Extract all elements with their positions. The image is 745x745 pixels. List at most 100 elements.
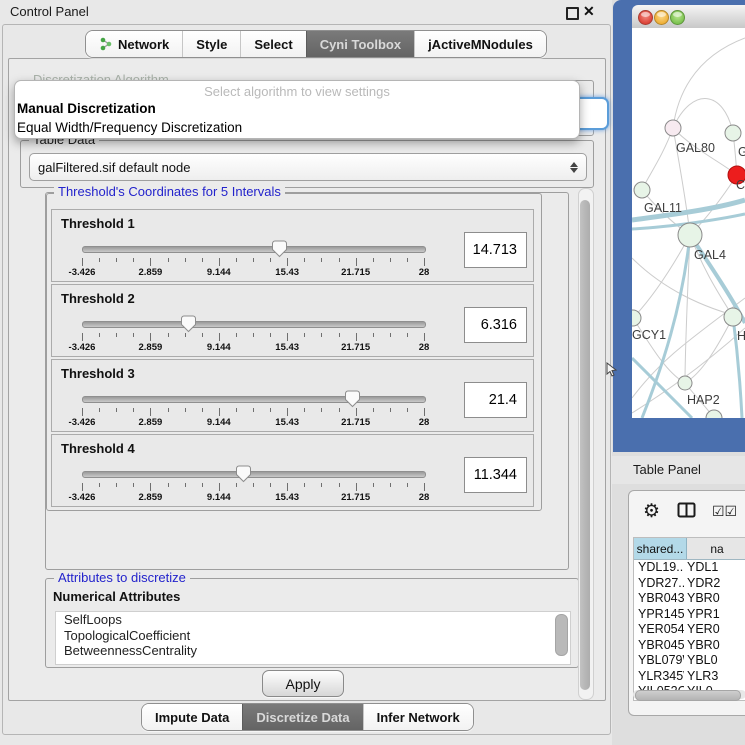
- table-row[interactable]: YDL19...YDL1: [634, 560, 745, 576]
- network-node[interactable]: [665, 120, 681, 136]
- column-layout-icon[interactable]: [677, 502, 697, 519]
- table-cell-name: YBL0: [684, 653, 745, 669]
- network-edge: [642, 128, 673, 190]
- table-row[interactable]: YPR145WYPR1: [634, 607, 745, 623]
- apply-button[interactable]: Apply: [262, 670, 344, 697]
- network-node[interactable]: [678, 223, 702, 247]
- tab-select[interactable]: Select: [240, 31, 305, 57]
- control-panel-title: Control Panel: [10, 4, 89, 19]
- close-icon[interactable]: ✕: [583, 3, 595, 20]
- network-node[interactable]: [632, 310, 641, 326]
- network-icon: [99, 37, 113, 51]
- threshold-slider-thumb[interactable]: [271, 240, 288, 258]
- bottom-tab-label: Impute Data: [155, 710, 229, 725]
- threshold-value-field[interactable]: 6.316: [464, 307, 527, 343]
- table-row[interactable]: YBL079WYBL0: [634, 653, 745, 669]
- threshold-slider-track[interactable]: [82, 396, 426, 403]
- tab-label: Select: [254, 37, 292, 52]
- window-zoom-icon[interactable]: [670, 10, 685, 25]
- window-minimize-icon[interactable]: [654, 10, 669, 25]
- checkbox-select-icons[interactable]: ☑☑: [712, 503, 737, 520]
- table-cell-name: YBR0: [684, 638, 745, 654]
- threshold-value-field[interactable]: 21.4: [464, 382, 527, 418]
- table-hscrollbar-thumb[interactable]: [635, 690, 741, 701]
- network-node-label: GAL80: [676, 141, 715, 155]
- threshold-label: Threshold 3: [61, 366, 135, 381]
- threshold-slider-thumb[interactable]: [235, 465, 252, 483]
- tab-label: Style: [196, 37, 227, 52]
- threshold-panel: Threshold 4-3.4262.8599.14415.4321.71528…: [51, 434, 534, 507]
- numerical-attributes-label: Numerical Attributes: [53, 589, 180, 604]
- threshold-value-field[interactable]: 11.344: [464, 457, 527, 493]
- network-window-titlebar[interactable]: [632, 5, 745, 29]
- network-edge: [673, 99, 733, 133]
- table-cell-name: YDL1: [684, 560, 745, 576]
- slider-ticks: [82, 333, 424, 341]
- tab-network[interactable]: Network: [86, 31, 182, 57]
- table-column-header[interactable]: shared...: [634, 538, 687, 559]
- table-row[interactable]: YBR045CYBR0: [634, 638, 745, 654]
- bottom-tab-impute-data[interactable]: Impute Data: [142, 704, 242, 730]
- table-cell-shared-name: YER054C: [634, 622, 684, 638]
- table-row[interactable]: YER054CYER0: [634, 622, 745, 638]
- table-header-row: shared...na: [634, 538, 745, 560]
- attributes-group-label: Attributes to discretize: [54, 570, 190, 585]
- threshold-slider-track[interactable]: [82, 471, 426, 478]
- table-row[interactable]: YDR27...YDR2: [634, 576, 745, 592]
- slider-ticks: [82, 483, 424, 491]
- algorithm-option[interactable]: Equal Width/Frequency Discretization: [15, 118, 579, 137]
- attribute-item[interactable]: SelfLoops: [56, 612, 570, 628]
- attribute-item[interactable]: TopologicalCoefficient: [56, 628, 570, 644]
- node-table[interactable]: shared...na YDL19...YDL1YDR27...YDR2YBR0…: [633, 537, 745, 701]
- panel-scrollbar-thumb[interactable]: [580, 200, 590, 690]
- control-panel-tabstrip: Network Style Select Cyni Toolbox jActiveMNo…: [85, 30, 547, 58]
- algorithm-dropdown-popup: Select algorithm to view settings Manual…: [14, 80, 580, 139]
- tab-label: jActiveMNodules: [428, 37, 533, 52]
- network-node-label: GAL11: [644, 201, 682, 215]
- slider-tick-labels: -3.4262.8599.14415.4321.71528: [82, 342, 424, 354]
- network-node[interactable]: [725, 125, 741, 141]
- network-edge: [633, 235, 690, 318]
- table-row[interactable]: YLR345WYLR3: [634, 669, 745, 685]
- threshold-slider-thumb[interactable]: [344, 390, 361, 408]
- threshold-slider-thumb[interactable]: [180, 315, 197, 333]
- table-cell-shared-name: YBR045C: [634, 638, 684, 654]
- table-hscrollbar-track[interactable]: [633, 690, 745, 699]
- threshold-value-field[interactable]: 14.713: [464, 232, 527, 268]
- float-window-icon[interactable]: [566, 7, 579, 20]
- network-node[interactable]: [724, 308, 742, 326]
- algorithm-options: Manual DiscretizationEqual Width/Frequen…: [15, 99, 579, 137]
- algorithm-option[interactable]: Manual Discretization: [15, 99, 579, 118]
- network-view-window[interactable]: GAL80GACGAL11GAL4GCY1HHAP2: [613, 0, 745, 452]
- table-row[interactable]: YBR043CYBR0: [634, 591, 745, 607]
- table-cell-name: YLR3: [684, 669, 745, 685]
- threshold-slider-track[interactable]: [82, 321, 426, 328]
- attribute-item[interactable]: BetweennessCentrality: [56, 643, 570, 659]
- network-node-label: GA: [738, 145, 745, 159]
- network-node-label: C: [736, 178, 745, 192]
- network-canvas[interactable]: GAL80GACGAL11GAL4GCY1HHAP2: [632, 28, 745, 418]
- tab-cyni-toolbox[interactable]: Cyni Toolbox: [306, 31, 414, 57]
- table-panel-title: Table Panel: [633, 462, 701, 477]
- control-panel: Control Panel ✕ Network Style Select Cyni T…: [0, 0, 612, 745]
- window-close-icon[interactable]: [638, 10, 653, 25]
- table-column-header[interactable]: na: [687, 538, 745, 559]
- threshold-slider-track[interactable]: [82, 246, 426, 253]
- table-toolbar: ⚙ ☑☑: [629, 491, 745, 535]
- network-edge: [673, 38, 745, 128]
- numerical-attributes-list[interactable]: SelfLoopsTopologicalCoefficientBetweenne…: [55, 611, 571, 665]
- attributes-list-scrollbar[interactable]: [555, 614, 568, 656]
- network-node[interactable]: [678, 376, 692, 390]
- gear-icon[interactable]: ⚙: [643, 500, 660, 523]
- network-graph: GAL80GACGAL11GAL4GCY1HHAP2: [632, 28, 745, 418]
- table-data-combobox[interactable]: galFiltered.sif default node: [29, 153, 587, 181]
- tab-style[interactable]: Style: [182, 31, 240, 57]
- network-node[interactable]: [634, 182, 650, 198]
- table-panel-titlebar: Table Panel: [612, 456, 745, 484]
- bottom-tab-infer-network[interactable]: Infer Network: [363, 704, 473, 730]
- bottom-tab-discretize-data[interactable]: Discretize Data: [242, 704, 362, 730]
- tab-label: Cyni Toolbox: [320, 37, 401, 52]
- table-data-value: galFiltered.sif default node: [38, 160, 190, 175]
- attributes-group: Attributes to discretize Numerical Attri…: [45, 578, 579, 668]
- tab-jactivemnodules[interactable]: jActiveMNodules: [414, 31, 546, 57]
